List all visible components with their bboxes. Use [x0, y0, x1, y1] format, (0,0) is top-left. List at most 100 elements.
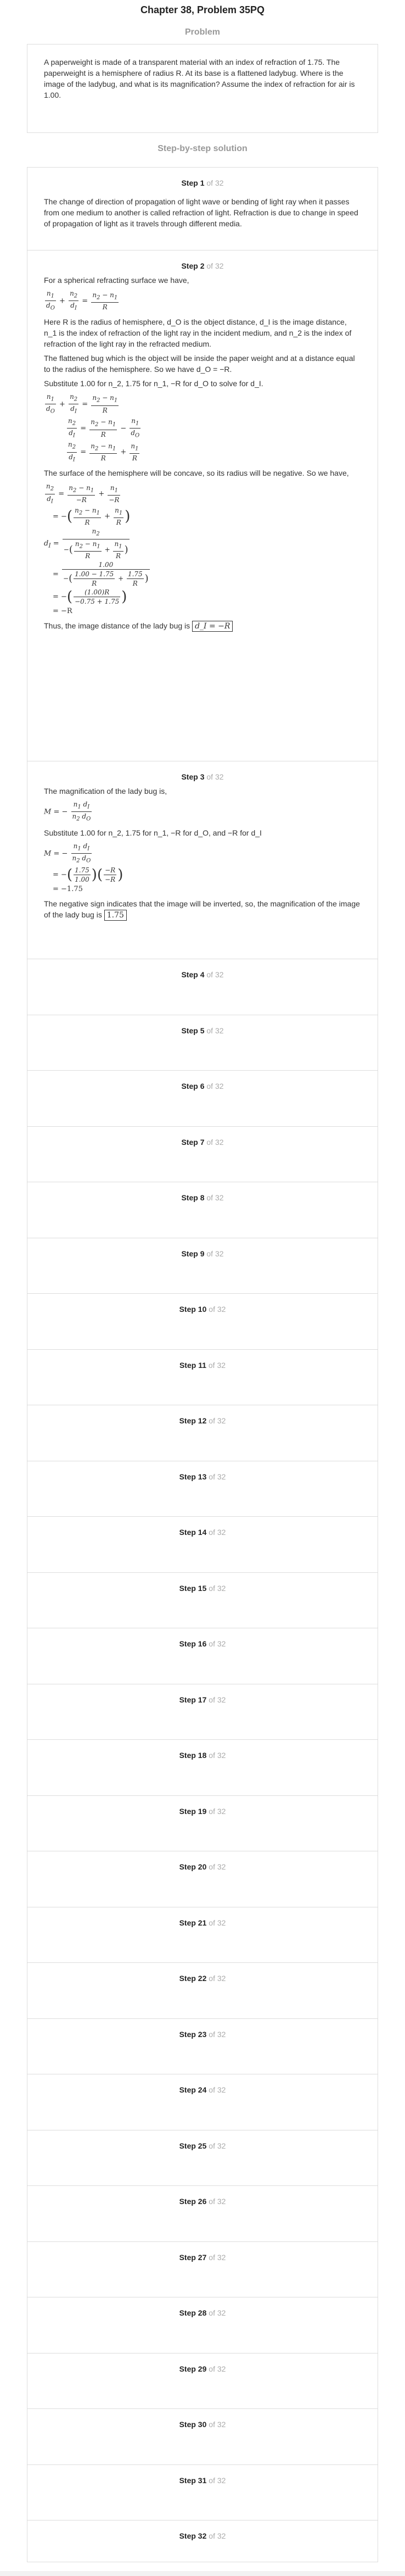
step-label: Step 14 — [179, 1528, 207, 1537]
step-label: Step 16 — [179, 1639, 207, 1648]
step-count: of 32 — [206, 1193, 224, 1202]
step-header[interactable]: Step 31 of 32 — [27, 2465, 378, 2486]
step-body: For a spherical refracting surface we ha… — [27, 275, 378, 632]
step-count: of 32 — [209, 2308, 226, 2317]
step-header[interactable]: Step 24 of 32 — [27, 2074, 378, 2095]
step-count: of 32 — [206, 179, 224, 187]
step-card: Step 16 of 32 — [27, 1628, 378, 1684]
step-card: Step 13 of 32 — [27, 1460, 378, 1517]
step-card: Step 21 of 32 — [27, 1906, 378, 1963]
step-header[interactable]: Step 17 of 32 — [27, 1684, 378, 1705]
steps-container: Step 1 of 32 The change of direction of p… — [27, 167, 378, 2562]
step-count: of 32 — [209, 1305, 226, 1314]
step-header[interactable]: Step 21 of 32 — [27, 1907, 378, 1928]
step-header[interactable]: Step 23 of 32 — [27, 2019, 378, 2040]
step-header[interactable]: Step 12 of 32 — [27, 1405, 378, 1426]
step-card: Step 5 of 32 — [27, 1014, 378, 1071]
step-header[interactable]: Step 6 of 32 — [27, 1071, 378, 1092]
step-label: Step 10 — [179, 1305, 207, 1314]
solution-heading: Step-by-step solution — [158, 144, 248, 153]
step-count: of 32 — [206, 1082, 224, 1091]
step-count: of 32 — [206, 1137, 224, 1147]
step-count: of 32 — [209, 2141, 226, 2150]
step-card: Step 25 of 32 — [27, 2129, 378, 2186]
step-label: Step 30 — [179, 2420, 207, 2429]
step-header[interactable]: Step 4 of 32 — [27, 959, 378, 980]
step-header[interactable]: Step 30 of 32 — [27, 2409, 378, 2430]
step-label: Step 5 — [181, 1026, 205, 1035]
step-header[interactable]: Step 11 of 32 — [27, 1350, 378, 1371]
step1-text: The change of direction of propagation o… — [44, 197, 358, 228]
step-header[interactable]: Step 7 of 32 — [27, 1127, 378, 1148]
step-header[interactable]: Step 15 of 32 — [27, 1573, 378, 1594]
step-header[interactable]: Step 16 of 32 — [27, 1628, 378, 1649]
step-header[interactable]: Step 5 of 32 — [27, 1015, 378, 1036]
step-label: Step 17 — [179, 1695, 207, 1704]
step-count: of 32 — [209, 1918, 226, 1927]
step-label: Step 25 — [179, 2141, 207, 2150]
step-count: of 32 — [209, 2532, 226, 2540]
step2-result-text: Thus, the image distance of the lady bug… — [44, 621, 190, 631]
step-label: Step 4 — [181, 970, 205, 979]
step-count: of 32 — [206, 262, 224, 270]
step-card: Step 6 of 32 — [27, 1070, 378, 1126]
page-title: Chapter 38, Problem 35PQ — [140, 4, 265, 15]
step-header[interactable]: Step 29 of 32 — [27, 2354, 378, 2374]
step-header[interactable]: Step 19 of 32 — [27, 1796, 378, 1817]
step-header[interactable]: Step 8 of 32 — [27, 1182, 378, 1203]
step-count: of 32 — [209, 2085, 226, 2094]
step-header[interactable]: Step 14 of 32 — [27, 1517, 378, 1538]
step-count: of 32 — [209, 1806, 226, 1816]
step-card: Step 20 of 32 — [27, 1851, 378, 1907]
step-label: Step 26 — [179, 2197, 207, 2206]
step-body: The magnification of the lady bug is, M … — [27, 786, 378, 921]
step-label: Step 9 — [181, 1249, 205, 1258]
step2-concave: The surface of the hemisphere will be co… — [44, 469, 349, 478]
step-header[interactable]: Step 10 of 32 — [27, 1294, 378, 1315]
step-header[interactable]: Step 1 of 32 — [27, 168, 378, 188]
step2-substitute: Substitute 1.00 for n_2, 1.75 for n_1, −… — [44, 379, 263, 388]
step-count: of 32 — [209, 1472, 226, 1481]
step-count: of 32 — [209, 1751, 226, 1760]
step3-conclusion: The negative sign indicates that the ima… — [44, 899, 360, 919]
step-header[interactable]: Step 28 of 32 — [27, 2297, 378, 2318]
step-header[interactable]: Step 3 of 32 — [27, 761, 378, 782]
step-count: of 32 — [209, 1528, 226, 1537]
step-label: Step 6 — [181, 1082, 205, 1091]
step-label: Step 8 — [181, 1193, 205, 1202]
step-header[interactable]: Step 22 of 32 — [27, 1963, 378, 1984]
step-header[interactable]: Step 20 of 32 — [27, 1851, 378, 1872]
step-count: of 32 — [209, 1583, 226, 1593]
step-label: Step 1 — [181, 179, 205, 187]
step-card: Step 31 of 32 — [27, 2464, 378, 2521]
answer-box: d_I = −R — [192, 621, 233, 632]
step-count: of 32 — [208, 1360, 226, 1370]
step-label: Step 27 — [179, 2252, 207, 2262]
step-card: Step 4 of 32 — [27, 959, 378, 1015]
step-body: The change of direction of propagation o… — [27, 196, 378, 229]
step-card: Step 12 of 32 — [27, 1405, 378, 1461]
step2-bug: The flattened bug which is the object wi… — [44, 353, 355, 374]
step-card: Step 7 of 32 — [27, 1126, 378, 1182]
step-label: Step 32 — [179, 2532, 207, 2540]
step2-intro: For a spherical refracting surface we ha… — [44, 276, 189, 285]
step-label: Step 29 — [179, 2364, 207, 2373]
step-header[interactable]: Step 26 of 32 — [27, 2186, 378, 2207]
step-count: of 32 — [206, 772, 224, 781]
step-header[interactable]: Step 18 of 32 — [27, 1740, 378, 1761]
step-count: of 32 — [206, 1249, 224, 1258]
step-header[interactable]: Step 25 of 32 — [27, 2130, 378, 2151]
step-header[interactable]: Step 27 of 32 — [27, 2242, 378, 2263]
step3-substitute: Substitute 1.00 for n_2, 1.75 for n_1, −… — [44, 828, 262, 837]
step-header[interactable]: Step 32 of 32 — [27, 2521, 378, 2541]
problem-text: A paperweight is made of a transparent m… — [44, 58, 355, 99]
step-card: Step 23 of 32 — [27, 2018, 378, 2074]
step-card: Step 28 of 32 — [27, 2297, 378, 2353]
step-header[interactable]: Step 9 of 32 — [27, 1238, 378, 1259]
step-header[interactable]: Step 13 of 32 — [27, 1461, 378, 1482]
step-count: of 32 — [209, 2197, 226, 2206]
step-label: Step 13 — [179, 1472, 207, 1481]
step-card: Step 32 of 32 — [27, 2520, 378, 2576]
step-header[interactable]: Step 2 of 32 — [27, 251, 378, 271]
step-count: of 32 — [209, 1862, 226, 1871]
